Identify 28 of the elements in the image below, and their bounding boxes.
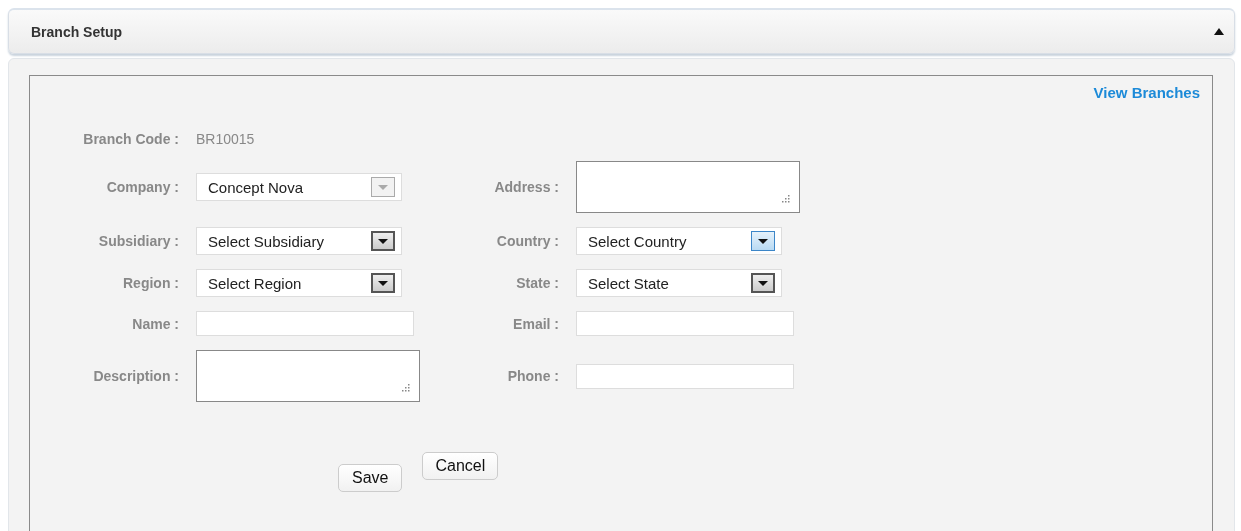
dropdown[interactable]: Select Subsidiary <box>196 227 402 255</box>
field-label: Company : <box>105 179 179 195</box>
panel-title: Branch Setup <box>31 23 122 40</box>
input-field[interactable] <box>576 363 794 389</box>
text-area[interactable] <box>576 161 800 213</box>
input-field[interactable] <box>196 311 414 336</box>
caret-icon[interactable] <box>1214 28 1224 35</box>
form-button[interactable]: Save <box>338 464 403 492</box>
field-label: Phone : <box>506 368 559 384</box>
dropdown[interactable]: Select State <box>576 269 782 297</box>
branch-code-value: BR10015 <box>196 131 256 147</box>
dropdown[interactable]: Select Country <box>576 227 782 255</box>
panel-header[interactable]: Branch Setup <box>8 8 1235 54</box>
field-label: Email : <box>512 315 559 332</box>
form-button[interactable]: Cancel <box>422 452 499 480</box>
field-label: Name : <box>131 315 179 332</box>
field-label: Subsidiary : <box>97 233 179 249</box>
field-label: Address : <box>493 179 559 195</box>
input-field[interactable] <box>576 311 794 336</box>
text-area[interactable] <box>196 350 420 402</box>
field-label: Description : <box>92 368 179 384</box>
field-label: State : <box>515 275 559 291</box>
field-label: Branch Code : <box>82 131 179 147</box>
field-label: Region : <box>122 275 179 291</box>
field-label: Country : <box>495 233 559 249</box>
resize-grip-icon[interactable] <box>781 195 790 203</box>
resize-grip-icon[interactable] <box>401 384 410 392</box>
dropdown[interactable]: Select Region <box>196 269 402 297</box>
